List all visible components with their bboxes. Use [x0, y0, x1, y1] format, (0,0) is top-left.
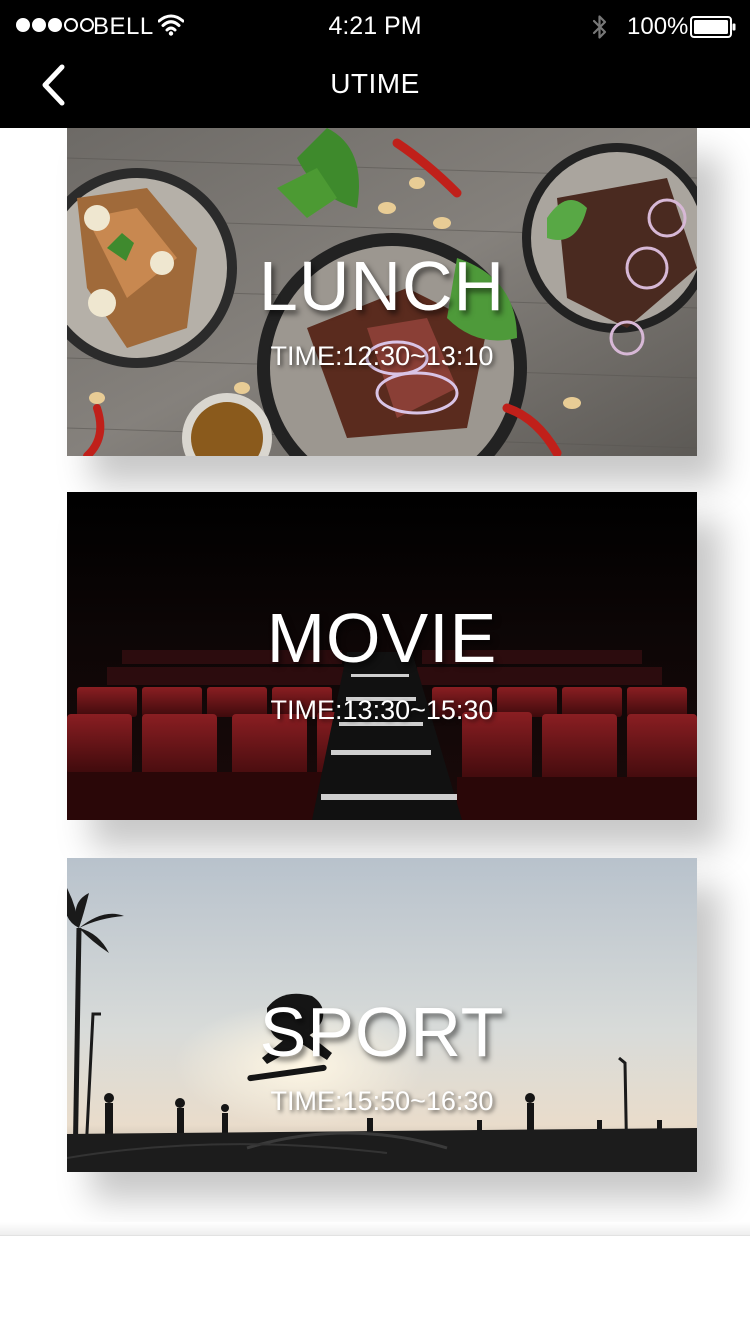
bottom-divider: [0, 1222, 750, 1236]
sport-time: TIME:15:50~16:30: [270, 1086, 494, 1116]
movie-time: TIME:13:30~15:30: [270, 695, 494, 725]
movie-card[interactable]: MOVIE TIME:13:30~15:30: [67, 492, 697, 820]
movie-title: MOVIE: [266, 599, 498, 677]
app-screen: BELL 4:21 PM 100% UTIME LUNCH TIME:12:30…: [0, 0, 750, 1334]
battery-percentage: 100%: [627, 13, 689, 40]
lunch-time: TIME:12:30~13:10: [270, 341, 494, 371]
page-title: UTIME: [330, 68, 420, 99]
bluetooth-icon: [592, 15, 607, 39]
navigation-bar: UTIME: [0, 54, 750, 128]
status-bar: BELL 4:21 PM 100%: [0, 0, 750, 54]
lunch-title: LUNCH: [258, 247, 506, 325]
top-bar: BELL 4:21 PM 100% UTIME: [0, 0, 750, 128]
sport-card[interactable]: SPORT TIME:15:50~16:30: [67, 858, 697, 1172]
sport-title: SPORT: [259, 993, 505, 1071]
battery-icon: [690, 16, 736, 38]
lunch-card[interactable]: LUNCH TIME:12:30~13:10: [67, 128, 697, 456]
